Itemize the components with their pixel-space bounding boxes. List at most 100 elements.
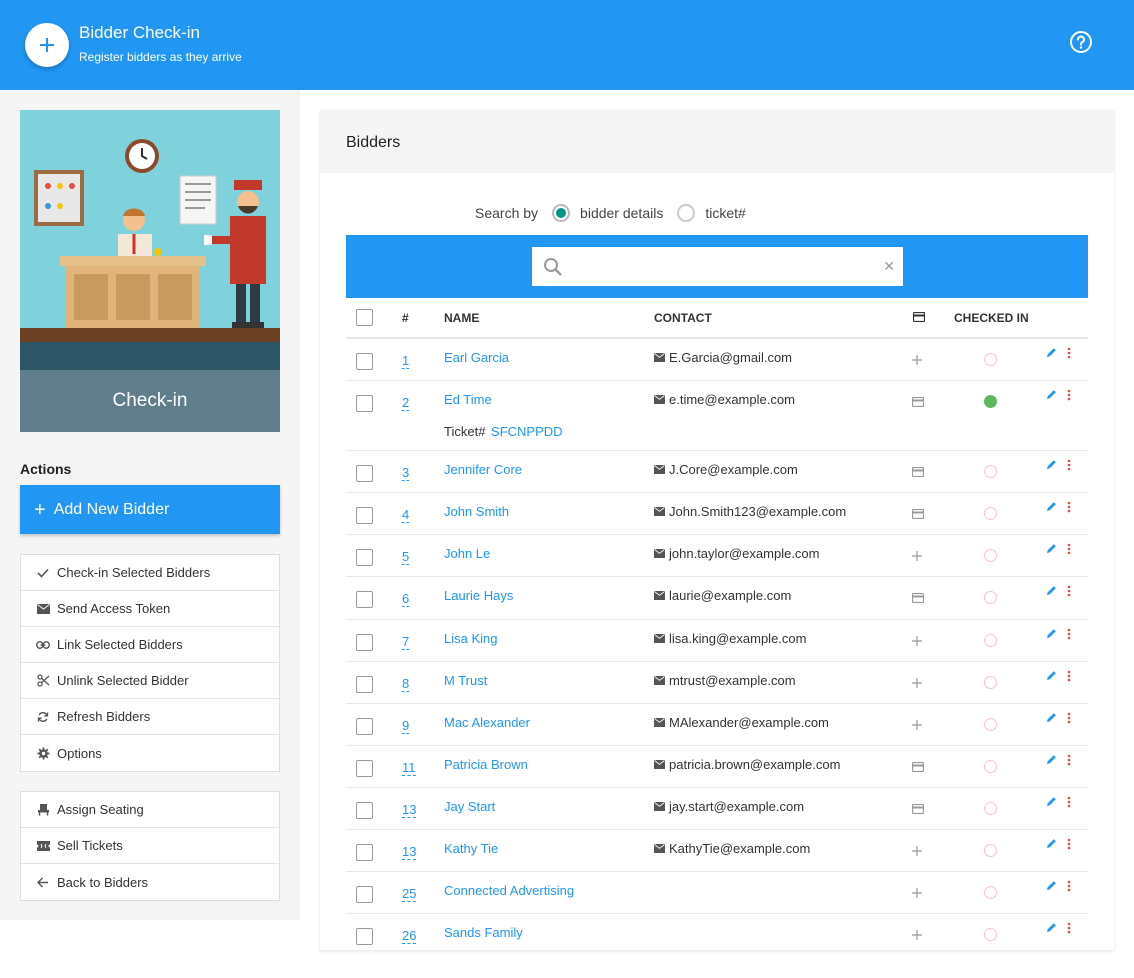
row-checkbox[interactable] (356, 802, 373, 819)
checked-in-status-indicator[interactable] (984, 718, 997, 731)
edit-icon[interactable] (1046, 501, 1057, 512)
menu-item-back-to-bidders[interactable]: Back to Bidders (21, 864, 279, 900)
more-options-icon[interactable] (1067, 754, 1071, 766)
col-contact[interactable]: CONTACT (654, 311, 712, 325)
more-options-icon[interactable] (1067, 501, 1071, 513)
bidder-number-link[interactable]: 11 (402, 760, 416, 776)
menu-item-sell-tickets[interactable]: Sell Tickets (21, 828, 279, 864)
checked-in-status-indicator[interactable] (984, 760, 997, 773)
bidder-number-link[interactable]: 25 (402, 886, 417, 902)
checked-in-status-indicator[interactable] (984, 395, 997, 408)
more-options-icon[interactable] (1067, 459, 1071, 471)
edit-icon[interactable] (1046, 796, 1057, 807)
col-checked-in[interactable]: CHECKED IN (954, 311, 1029, 325)
help-icon[interactable] (1069, 30, 1093, 54)
credit-card-icon[interactable] (911, 464, 925, 480)
edit-icon[interactable] (1046, 838, 1057, 849)
radio-bidder-details[interactable] (552, 204, 571, 222)
bidder-number-link[interactable]: 1 (402, 353, 410, 369)
edit-icon[interactable] (1046, 754, 1057, 765)
menu-item-link-selected[interactable]: Link Selected Bidders (21, 627, 279, 663)
more-options-icon[interactable] (1067, 796, 1071, 808)
row-checkbox[interactable] (356, 886, 373, 903)
bidder-name-link[interactable]: Lisa King (444, 631, 497, 646)
checked-in-status-indicator[interactable] (984, 353, 997, 366)
bidder-number-link[interactable]: 6 (402, 591, 410, 607)
checked-in-status-indicator[interactable] (984, 676, 997, 689)
bidder-name-link[interactable]: Sands Family (444, 925, 523, 940)
bidder-name-link[interactable]: John Smith (444, 504, 509, 519)
row-checkbox[interactable] (356, 353, 373, 370)
checked-in-status-indicator[interactable] (984, 507, 997, 520)
col-num[interactable]: # (402, 311, 409, 325)
checkin-hero-image[interactable]: Check-in (20, 110, 280, 432)
checked-in-status-indicator[interactable] (984, 634, 997, 647)
add-card-icon[interactable] (912, 717, 922, 733)
more-options-icon[interactable] (1067, 628, 1071, 640)
edit-icon[interactable] (1046, 543, 1057, 554)
add-card-icon[interactable] (912, 548, 922, 564)
menu-item-refresh-bidders[interactable]: Refresh Bidders (21, 699, 279, 735)
bidder-number-link[interactable]: 13 (402, 802, 417, 818)
edit-icon[interactable] (1046, 922, 1057, 933)
bidder-number-link[interactable]: 2 (402, 395, 410, 411)
checked-in-status-indicator[interactable] (984, 591, 997, 604)
menu-item-assign-seating[interactable]: Assign Seating (21, 792, 279, 828)
bidder-number-link[interactable]: 9 (402, 718, 410, 734)
row-checkbox[interactable] (356, 549, 373, 566)
more-options-icon[interactable] (1067, 838, 1071, 850)
bidder-name-link[interactable]: Earl Garcia (444, 350, 509, 365)
more-options-icon[interactable] (1067, 880, 1071, 892)
edit-icon[interactable] (1046, 347, 1057, 358)
search-input[interactable] (570, 247, 875, 286)
search-box[interactable]: ✕ (532, 247, 903, 286)
checked-in-status-indicator[interactable] (984, 465, 997, 478)
credit-card-icon[interactable] (911, 590, 925, 606)
bidder-name-link[interactable]: John Le (444, 546, 490, 561)
menu-item-options[interactable]: Options (21, 735, 279, 771)
clear-icon[interactable]: ✕ (883, 258, 895, 275)
edit-icon[interactable] (1046, 389, 1057, 400)
col-name[interactable]: NAME (444, 311, 479, 325)
ticket-code-link[interactable]: SFCNPPDD (491, 424, 563, 439)
checked-in-status-indicator[interactable] (984, 928, 997, 941)
checked-in-status-indicator[interactable] (984, 886, 997, 899)
checked-in-status-indicator[interactable] (984, 802, 997, 815)
bidder-number-link[interactable]: 26 (402, 928, 417, 944)
bidder-name-link[interactable]: Jay Start (444, 799, 495, 814)
edit-icon[interactable] (1046, 585, 1057, 596)
bidder-number-link[interactable]: 4 (402, 507, 410, 523)
add-card-icon[interactable] (912, 843, 922, 859)
more-options-icon[interactable] (1067, 543, 1071, 555)
row-checkbox[interactable] (356, 634, 373, 651)
menu-item-send-access-token[interactable]: Send Access Token (21, 591, 279, 627)
radio-bidder-details-label[interactable]: bidder details (580, 205, 663, 221)
edit-icon[interactable] (1046, 459, 1057, 470)
more-options-icon[interactable] (1067, 389, 1071, 401)
row-checkbox[interactable] (356, 676, 373, 693)
bidder-name-link[interactable]: Patricia Brown (444, 757, 528, 772)
checked-in-status-indicator[interactable] (984, 844, 997, 857)
edit-icon[interactable] (1046, 712, 1057, 723)
row-checkbox[interactable] (356, 507, 373, 524)
row-checkbox[interactable] (356, 718, 373, 735)
add-card-icon[interactable] (912, 675, 922, 691)
radio-ticket-label[interactable]: ticket# (705, 205, 745, 221)
bidder-number-link[interactable]: 3 (402, 465, 410, 481)
row-checkbox[interactable] (356, 928, 373, 945)
menu-item-unlink-selected[interactable]: Unlink Selected Bidder (21, 663, 279, 699)
bidder-name-link[interactable]: Connected Advertising (444, 883, 574, 898)
more-options-icon[interactable] (1067, 712, 1071, 724)
bidder-name-link[interactable]: Jennifer Core (444, 462, 522, 477)
add-button[interactable] (25, 23, 69, 67)
add-card-icon[interactable] (912, 633, 922, 649)
bidder-name-link[interactable]: Mac Alexander (444, 715, 530, 730)
menu-item-check-in-selected[interactable]: Check-in Selected Bidders (21, 555, 279, 591)
bidder-number-link[interactable]: 7 (402, 634, 410, 650)
bidder-name-link[interactable]: M Trust (444, 673, 487, 688)
bidder-number-link[interactable]: 13 (402, 844, 417, 860)
add-card-icon[interactable] (912, 927, 922, 943)
credit-card-icon[interactable] (911, 801, 925, 817)
row-checkbox[interactable] (356, 844, 373, 861)
edit-icon[interactable] (1046, 880, 1057, 891)
